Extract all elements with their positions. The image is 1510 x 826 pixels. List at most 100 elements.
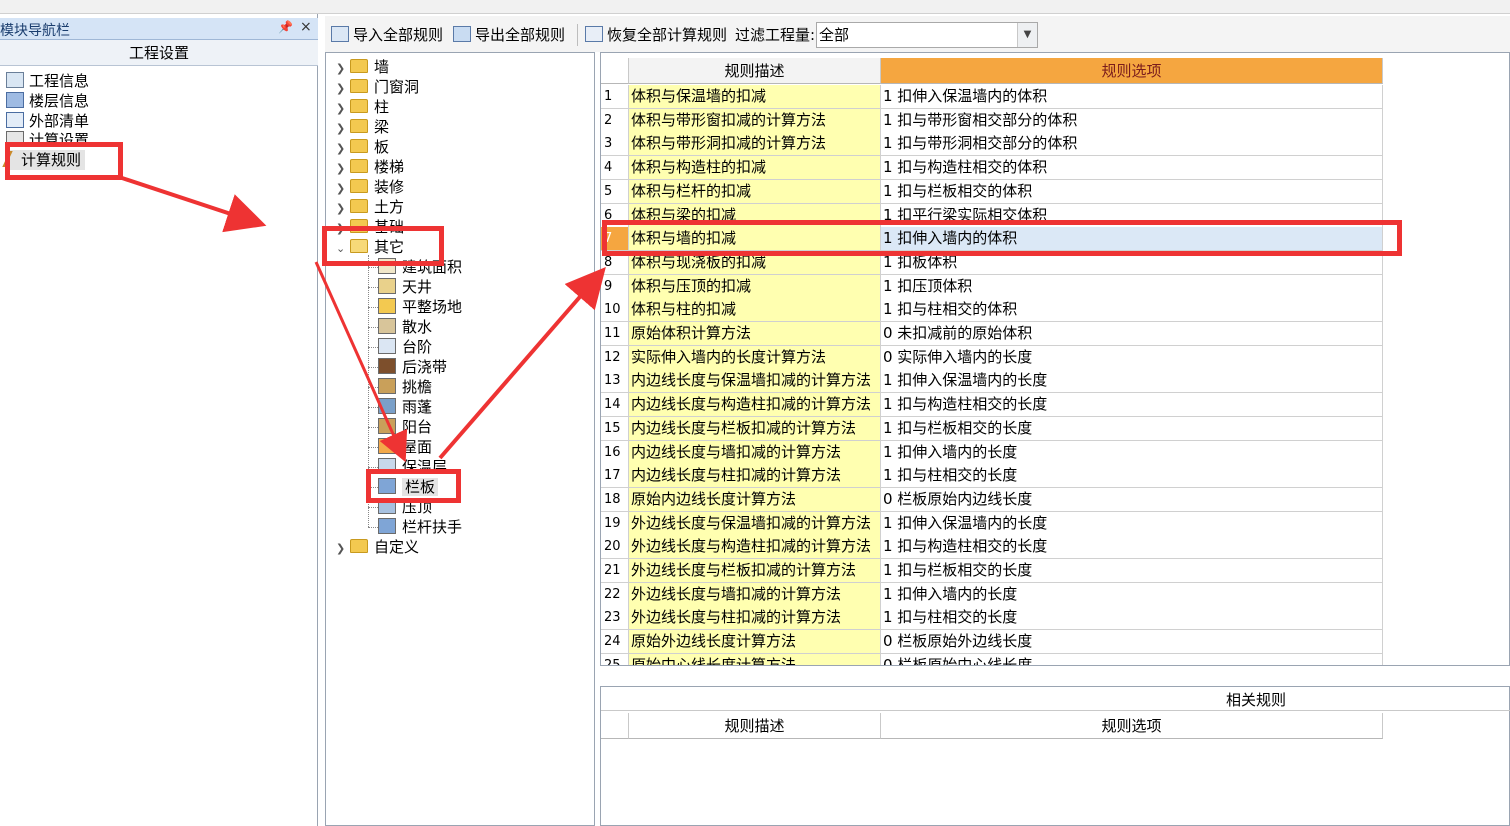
folder-icon	[350, 59, 368, 73]
tree-folder-0[interactable]: ❯ 墙	[336, 57, 389, 77]
rule-option[interactable]: 1 扣与栏板相交的长度	[881, 559, 1383, 583]
related-header-desc[interactable]: 规则描述	[629, 713, 881, 739]
rule-option[interactable]: 1 扣与构造柱相交的长度	[881, 393, 1383, 418]
tree-folder-custom[interactable]: ❯ 自定义	[336, 537, 419, 557]
related-header-opt[interactable]: 规则选项	[881, 713, 1383, 739]
rule-option[interactable]: 0 栏板原始内边线长度	[881, 487, 1383, 512]
rule-description[interactable]: 外边线长度与构造柱扣减的计算方法	[629, 535, 881, 560]
tree-item-5[interactable]: 后浇带	[378, 357, 447, 377]
rule-description[interactable]: 原始中心线长度计算方法	[629, 653, 881, 665]
rule-description[interactable]: 内边线长度与墙扣减的计算方法	[629, 440, 881, 465]
tree-folder-5[interactable]: ❯ 楼梯	[336, 157, 404, 177]
rule-option[interactable]: 1 扣伸入保温墙内的体积	[881, 85, 1383, 109]
rule-description[interactable]: 外边线长度与保温墙扣减的计算方法	[629, 511, 881, 536]
rule-description[interactable]: 外边线长度与栏板扣减的计算方法	[629, 559, 881, 583]
tree-item-9[interactable]: 屋面	[378, 437, 432, 457]
rule-description[interactable]: 内边线长度与柱扣减的计算方法	[629, 464, 881, 489]
rule-description[interactable]: 实际伸入墙内的长度计算方法	[629, 345, 881, 370]
export-icon	[453, 26, 471, 42]
chevron-right-icon[interactable]: ❯	[336, 539, 350, 559]
close-icon[interactable]: ×	[300, 19, 312, 35]
rule-description[interactable]: 体积与柱的扣减	[629, 298, 881, 323]
restore-all-rules-button[interactable]: 恢复全部计算规则	[585, 24, 727, 46]
chevron-right-icon[interactable]: ❯	[336, 119, 350, 139]
nav-item-floor-info[interactable]: 楼层信息	[6, 91, 89, 111]
rule-description[interactable]: 体积与保温墙的扣减	[629, 85, 881, 109]
tree-connector	[368, 407, 378, 408]
chevron-right-icon[interactable]: ❯	[336, 99, 350, 119]
folder-icon	[350, 119, 368, 133]
rule-option[interactable]: 1 扣与柱相交的长度	[881, 464, 1383, 489]
chevron-right-icon[interactable]: ❯	[336, 179, 350, 199]
tree-folder-1[interactable]: ❯ 门窗洞	[336, 77, 419, 97]
filter-select[interactable]: 全部 ▼	[816, 22, 1038, 48]
chevron-right-icon[interactable]: ❯	[336, 79, 350, 99]
rule-option[interactable]: 0 栏板原始外边线长度	[881, 630, 1383, 655]
annotation-box-selected-rule	[602, 220, 1402, 256]
tree-item-7[interactable]: 雨蓬	[378, 397, 432, 417]
rule-option[interactable]: 1 扣与柱相交的体积	[881, 298, 1383, 323]
export-all-rules-button[interactable]: 导出全部规则	[453, 24, 565, 46]
tree-item-13[interactable]: 栏杆扶手	[378, 517, 462, 537]
rule-description[interactable]: 原始体积计算方法	[629, 322, 881, 346]
rule-description[interactable]: 体积与栏杆的扣减	[629, 179, 881, 204]
rule-option[interactable]: 0 实际伸入墙内的长度	[881, 345, 1383, 370]
rule-option[interactable]: 0 栏板原始中心线长度	[881, 653, 1383, 665]
rule-description[interactable]: 内边线长度与保温墙扣减的计算方法	[629, 369, 881, 394]
rule-option[interactable]: 1 扣与带形洞相交部分的体积	[881, 132, 1383, 157]
rule-description[interactable]: 原始内边线长度计算方法	[629, 487, 881, 512]
tree-item-6[interactable]: 挑檐	[378, 377, 432, 397]
tree-folder-6[interactable]: ❯ 装修	[336, 177, 404, 197]
tree-folder-2[interactable]: ❯ 柱	[336, 97, 389, 117]
rule-description[interactable]: 外边线长度与墙扣减的计算方法	[629, 582, 881, 607]
chevron-right-icon[interactable]: ❯	[336, 139, 350, 159]
rule-option[interactable]: 1 扣与栏板相交的体积	[881, 179, 1383, 204]
rule-option[interactable]: 1 扣伸入墙内的长度	[881, 440, 1383, 465]
chevron-down-icon[interactable]: ▼	[1017, 23, 1037, 47]
grid-header-opt[interactable]: 规则选项	[881, 58, 1383, 84]
rule-description[interactable]: 内边线长度与构造柱扣减的计算方法	[629, 393, 881, 418]
rule-option[interactable]: 0 未扣减前的原始体积	[881, 322, 1383, 346]
rule-description[interactable]: 体积与带形窗扣减的计算方法	[629, 108, 881, 133]
rule-option[interactable]: 1 扣伸入保温墙内的长度	[881, 369, 1383, 394]
rule-option[interactable]: 1 扣与带形窗相交部分的体积	[881, 108, 1383, 133]
tree-item-4[interactable]: 台阶	[378, 337, 432, 357]
rule-option[interactable]: 1 扣伸入保温墙内的长度	[881, 511, 1383, 536]
nav-section-project-settings[interactable]: 工程设置	[0, 40, 318, 66]
tree-folder-3[interactable]: ❯ 梁	[336, 117, 389, 137]
pin-icon[interactable]: 📌	[278, 20, 293, 34]
tree-item-2[interactable]: 平整场地	[378, 297, 462, 317]
nav-item-external-list[interactable]: 外部清单	[6, 111, 89, 131]
folder-icon	[350, 539, 368, 553]
rule-option[interactable]: 1 扣与构造柱相交的长度	[881, 535, 1383, 560]
rule-option[interactable]: 1 扣压顶体积	[881, 274, 1383, 299]
tree-folder-7[interactable]: ❯ 土方	[336, 197, 404, 217]
grid-header-desc[interactable]: 规则描述	[629, 58, 881, 84]
rule-description[interactable]: 内边线长度与栏板扣减的计算方法	[629, 416, 881, 441]
row-index: 2	[601, 108, 629, 133]
rule-option[interactable]: 1 扣与构造柱相交的体积	[881, 156, 1383, 181]
import-all-rules-button[interactable]: 导入全部规则	[331, 24, 443, 46]
rule-description[interactable]: 体积与压顶的扣减	[629, 274, 881, 299]
tree-item-3[interactable]: 散水	[378, 317, 432, 337]
rule-description[interactable]: 原始外边线长度计算方法	[629, 630, 881, 655]
row-index: 14	[601, 393, 629, 418]
rule-option[interactable]: 1 扣与柱相交的长度	[881, 606, 1383, 631]
chevron-right-icon[interactable]: ❯	[336, 59, 350, 79]
rule-option[interactable]: 1 扣与栏板相交的长度	[881, 416, 1383, 441]
tree-item-8[interactable]: 阳台	[378, 417, 432, 437]
component-icon	[378, 398, 396, 414]
rule-description[interactable]: 体积与带形洞扣减的计算方法	[629, 132, 881, 157]
tree-folder-4[interactable]: ❯ 板	[336, 137, 389, 157]
tree-item-1[interactable]: 天井	[378, 277, 432, 297]
related-rules-title: 相关规则	[601, 689, 1510, 711]
rule-option[interactable]: 1 扣伸入墙内的长度	[881, 582, 1383, 607]
rule-description[interactable]: 外边线长度与柱扣减的计算方法	[629, 606, 881, 631]
chevron-right-icon[interactable]: ❯	[336, 199, 350, 219]
module-nav-panel: 模块导航栏 📌 × 工程设置 工程信息 楼层信息 外部清单 计算设置 计算规则	[0, 14, 318, 826]
chevron-right-icon[interactable]: ❯	[336, 159, 350, 179]
rule-description[interactable]: 体积与构造柱的扣减	[629, 156, 881, 181]
tree-connector	[368, 367, 378, 368]
component-icon	[378, 278, 396, 294]
nav-item-project-info[interactable]: 工程信息	[6, 71, 89, 91]
